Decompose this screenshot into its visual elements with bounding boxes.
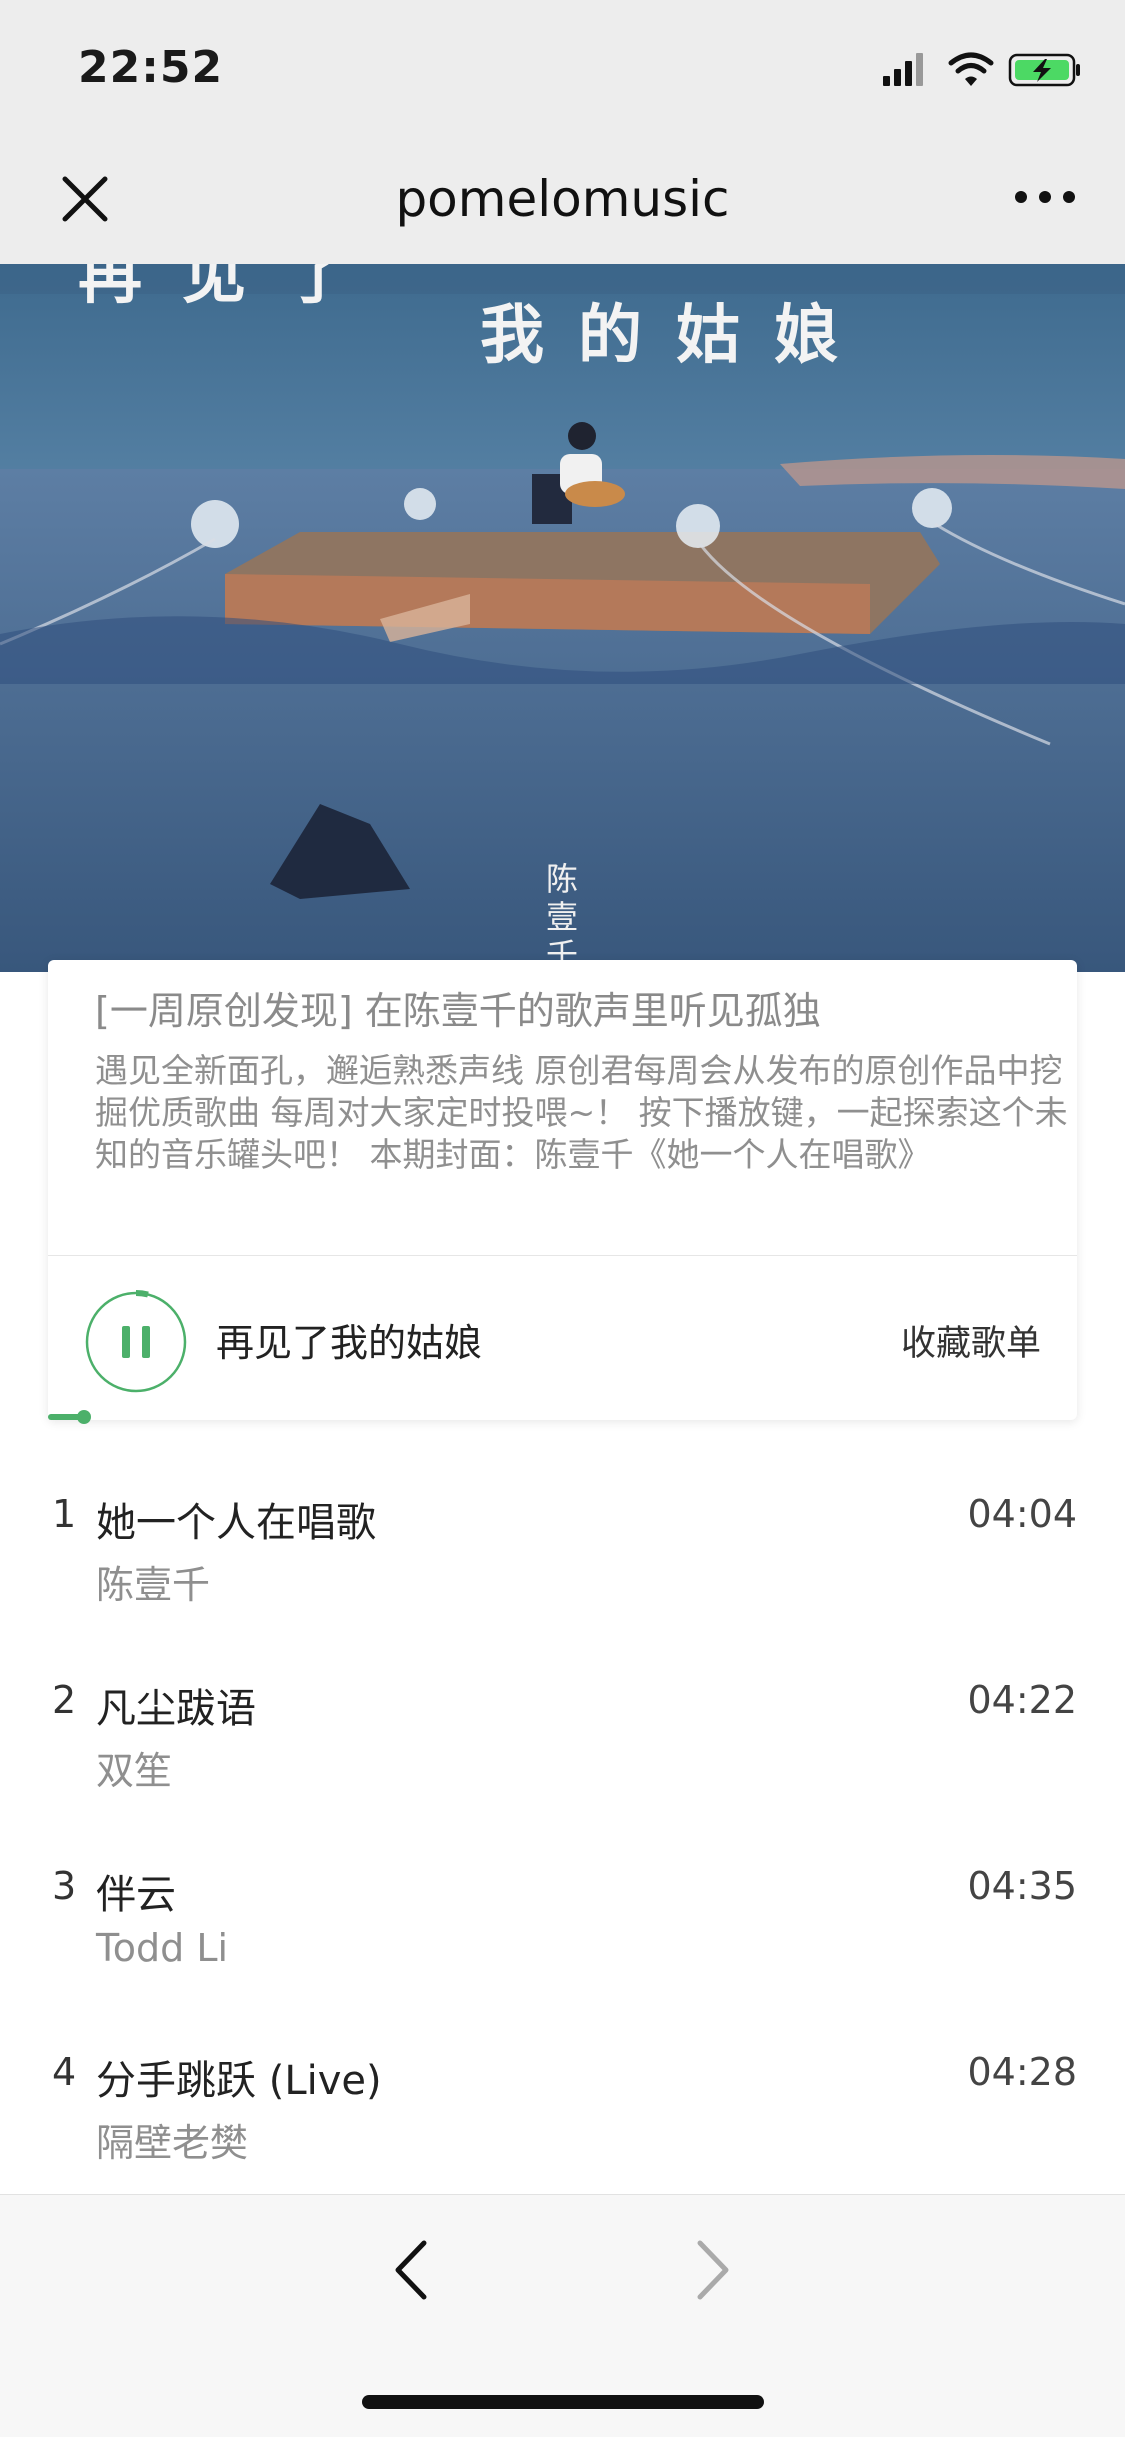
playlist-info-card: [一周原创发现] 在陈壹千的歌声里听见孤独 遇见全新面孔，邂逅熟悉声线 原创君每… — [48, 960, 1077, 1424]
track-duration: 04:28 — [967, 2050, 1077, 2094]
home-indicator[interactable] — [362, 2395, 764, 2409]
track-number: 2 — [52, 1678, 77, 1722]
track-row-4[interactable]: 4 分手跳跃 (Live) 隔壁老樊 04:28 — [0, 2028, 1125, 2214]
bottom-toolbar — [0, 2194, 1125, 2437]
track-number: 3 — [52, 1864, 77, 1908]
battery-charging-icon — [1008, 53, 1080, 87]
pause-button[interactable] — [84, 1290, 188, 1394]
track-duration: 04:35 — [967, 1864, 1077, 1908]
playlist-description: 遇见全新面孔，邂逅熟悉声线 原创君每周会从发布的原创作品中挖掘优质歌曲 每周对大… — [95, 1051, 1068, 1174]
pause-icon[interactable] — [84, 1290, 188, 1394]
cover-title: 我的姑娘 — [480, 298, 872, 373]
track-artist: Todd Li — [96, 1926, 229, 1970]
track-duration: 04:22 — [967, 1678, 1077, 1722]
status-bar: 22:52 — [0, 0, 1125, 134]
track-artist: 隔壁老樊 — [96, 2121, 249, 2165]
page-title: pomelomusic — [395, 170, 730, 228]
track-title: 分手跳跃 (Live) — [96, 2058, 382, 2104]
nav-bar: pomelomusic — [0, 134, 1125, 264]
cover-title-partial: 再见了 — [78, 264, 390, 313]
playlist-title: [一周原创发现] 在陈壹千的歌声里听见孤独 — [95, 989, 821, 1033]
progress-knob[interactable] — [77, 1410, 91, 1424]
track-number: 1 — [52, 1492, 77, 1536]
signal-icon — [883, 53, 923, 86]
track-row-1[interactable]: 1 她一个人在唱歌 陈壹千 04:04 — [0, 1470, 1125, 1656]
track-row-3[interactable]: 3 伴云 Todd Li 04:35 — [0, 1842, 1125, 2028]
track-row-2[interactable]: 2 凡尘跋语 双笙 04:22 — [0, 1656, 1125, 1842]
track-artist: 双笙 — [96, 1749, 173, 1793]
track-title: 凡尘跋语 — [96, 1686, 256, 1732]
status-icons — [883, 50, 1083, 90]
track-title: 伴云 — [96, 1872, 176, 1918]
playback-progress[interactable] — [48, 1410, 1077, 1424]
save-playlist-button[interactable]: 收藏歌单 — [901, 1315, 1041, 1366]
status-time: 22:52 — [78, 42, 224, 93]
track-duration: 04:04 — [967, 1492, 1077, 1536]
cover-image: 再见了 我的姑娘 陈壹千 — [0, 264, 1125, 972]
track-number: 4 — [52, 2050, 77, 2094]
wifi-icon — [948, 52, 994, 86]
track-artist: 陈壹千 — [96, 1563, 211, 1607]
back-arrow-icon[interactable] — [390, 2237, 430, 2303]
track-list: 1 她一个人在唱歌 陈壹千 04:04 2 凡尘跋语 双笙 04:22 3 伴云… — [0, 1470, 1125, 2214]
track-title: 她一个人在唱歌 — [96, 1500, 376, 1546]
cover-artist: 陈壹千 — [546, 860, 579, 972]
divider — [48, 1255, 1077, 1256]
more-icon[interactable] — [1013, 182, 1077, 212]
now-playing-title: 再见了我的姑娘 — [216, 1321, 483, 1365]
forward-arrow-icon[interactable] — [694, 2237, 734, 2303]
